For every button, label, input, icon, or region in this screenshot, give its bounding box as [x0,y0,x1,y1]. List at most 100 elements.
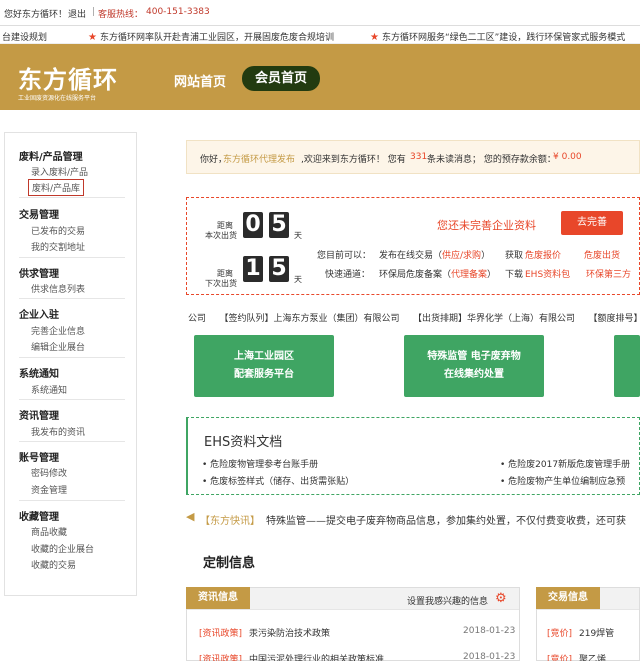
trade-card-header: 交易信息 [536,587,639,610]
logout-link[interactable]: 退出 [68,7,86,20]
notice-welcome: ,欢迎来到东方循环！ 您有 [301,155,406,165]
green-button-partial[interactable] [614,335,640,397]
notice-company-link[interactable]: 东方循环代理发布 [223,152,295,165]
sidebar-section-title: 供求管理 [19,269,59,280]
greeting-text: 您好东方循环！ [4,10,68,20]
ehs-doc-link[interactable]: • 危险废2017新版危废管理手册 [500,457,630,470]
nav-home-link[interactable]: 网站首页 [174,71,226,90]
news-card: 资讯信息 设置我感兴趣的信息 ⚙ [资讯政策] 汞污染防治技术政策 2018-0… [186,587,520,661]
sidebar-section-title: 交易管理 [19,210,59,221]
ehs-doc-link[interactable]: • 危废标签样式（储存、出货需张贴） [202,474,354,487]
trade-category[interactable]: [竞价] [547,652,572,661]
countdown-digit: 1 [243,256,263,282]
sidebar-section-title: 企业入驻 [19,310,59,321]
ticker-item[interactable]: ★ 东方循环网率队开赴青浦工业园区，开展固废危废合规培训 [88,30,334,43]
trade-title[interactable]: 聚乙烯 [579,652,606,661]
trade-title[interactable]: 219焊管 [579,626,614,639]
action-text: 下载 [505,270,524,280]
trade-card: 交易信息 [竞价] 219焊管 [竞价] 聚乙烯 [536,587,640,661]
divider: | [92,7,96,17]
third-party-link[interactable]: 环保第三方 [586,267,631,280]
action-panel: 距离 本次出货 0 5 天 距离 下次出货 1 5 天 您还未完善企业资料 去完… [186,197,640,295]
countdown-digit: 0 [243,212,263,238]
actions-label: 您目前可以： [317,251,372,261]
ticker-item[interactable]: 台建设规划 [2,30,47,43]
flash-news: ◀ 【东方快讯】 特殊监管——提交电子废弃物商品信息，参加集约处置，不仅付费变收… [186,509,640,525]
supply-demand-link[interactable]: 供应/求购 [442,251,481,261]
ehs-download-link[interactable]: EHS资料包 [525,267,570,280]
sidebar-section-title: 废料/产品管理 [19,152,83,163]
waste-quote-link[interactable]: 危废报价 [525,248,561,261]
trade-card-tag: 交易信息 [536,587,600,609]
top-bar: 您好东方循环！ 退出 | 客服热线： 400-151-3383 [0,0,640,26]
countdown-label: 下次出货 [205,279,237,288]
welcome-notice: 你好， 东方循环代理发布 ,欢迎来到东方循环！ 您有 331 条未读消息； 您的… [186,140,640,174]
incomplete-profile-text: 您还未完善企业资料 [437,219,536,232]
ehs-documents: EHS资料文档 • 危险废物管理参考台账手册 • 危废标签样式（储存、出货需张贴… [186,417,640,495]
sidebar-item-trade-favorites[interactable]: 收藏的交易 [31,558,76,571]
divider [19,357,125,358]
ehs-title: EHS资料文档 [204,435,283,450]
complete-profile-button[interactable]: 去完善 [561,211,623,235]
news-card-header: 资讯信息 设置我感兴趣的信息 ⚙ [186,587,519,610]
sidebar-section-title: 收藏管理 [19,512,59,523]
sidebar-item-my-news[interactable]: 我发布的资讯 [31,425,85,438]
custom-info-title: 定制信息 [203,556,256,571]
waste-shipping-link[interactable]: 危废出货 [584,248,620,261]
sidebar-item-password[interactable]: 密码修改 [31,466,67,479]
records-text: 公司 【签约队列】上海东方泵业（集团）有限公司 【出货排期】华界化学（上海）有限… [188,314,640,324]
news-date: 2018-01-23 [463,652,516,661]
star-icon: ★ [370,32,379,43]
sidebar-item-funds[interactable]: 资金管理 [31,483,67,496]
site-logo[interactable]: 东方循环 [18,60,118,95]
sidebar-section-title: 系统通知 [19,369,59,380]
fast-channel-label: 快速通道： [325,270,371,280]
sidebar-item-published-trades[interactable]: 已发布的交易 [31,224,85,237]
news-title[interactable]: 中国污泥处理行业的相关政策标准 [249,652,384,661]
sidebar-item-product-favorites[interactable]: 商品收藏 [31,525,67,538]
interest-settings-link[interactable]: 设置我感兴趣的信息 [407,594,488,607]
notice-unread-suffix: 条未读消息； 您的预存款余额： [427,155,556,165]
news-title[interactable]: 汞污染防治技术政策 [249,626,330,639]
sidebar-item-product-library[interactable]: 废料/产品库 [28,179,85,196]
sidebar-item-supply-list[interactable]: 供求信息列表 [31,282,85,295]
divider [19,399,125,400]
ehs-doc-link[interactable]: • 危险废物管理参考台账手册 [202,457,318,470]
agent-filing-link[interactable]: 代理备案 [451,270,487,280]
flash-tag: 【东方快讯】 [200,516,260,525]
sidebar-item-company-info[interactable]: 完善企业信息 [31,324,85,337]
unread-count[interactable]: 331 [410,152,427,162]
sidebar-item-booth-favorites[interactable]: 收藏的企业展台 [31,542,94,555]
sidebar-item-notifications[interactable]: 系统通知 [31,383,67,396]
countdown-unit: 天 [294,275,302,284]
divider [19,441,125,442]
flash-text[interactable]: 特殊监管——提交电子废弃物商品信息，参加集约处置，不仅付费变收费，还可获 [266,512,626,525]
ticker-item[interactable]: ★ 东方循环网服务“绿色二工区”建设，践行环保管家式服务模式 [370,30,625,43]
sidebar-item-edit-booth[interactable]: 编辑企业展台 [31,340,85,353]
divider [19,257,125,258]
divider [19,197,125,198]
sidebar-item-add-product[interactable]: 录入废料/产品 [31,165,88,178]
nav-member-link[interactable]: 会员首页 [242,66,320,91]
balance-value: ¥ 0.00 [553,152,582,162]
trade-category[interactable]: [竞价] [547,626,572,639]
logo-subtitle: 工业固废资源化在线服务平台 [18,95,97,102]
sidebar-section-title: 账号管理 [19,453,59,464]
countdown-label: 本次出货 [205,231,237,240]
news-card-tag: 资讯信息 [186,587,250,609]
megaphone-icon: ◀ [186,510,195,523]
industrial-park-button[interactable]: 上海工业园区 配套服务平台 [194,335,334,397]
countdown-digit: 5 [269,256,289,282]
news-category[interactable]: [资讯政策] [199,652,242,661]
ehs-doc-link[interactable]: • 危险废物产生单位编制应急预 [500,474,625,487]
countdown-unit: 天 [294,231,302,240]
news-date: 2018-01-23 [463,626,516,636]
records-scroller: 公司 【签约队列】上海东方泵业（集团）有限公司 【出货排期】华界化学（上海）有限… [186,307,640,325]
action-text: 发布在线交易（供应/求购） [379,251,491,261]
sidebar-item-delivery-address[interactable]: 我的交割地址 [31,240,85,253]
ewaste-disposal-button[interactable]: 特殊监管 电子废弃物 在线集约处置 [404,335,544,397]
hotline-number: 400-151-3383 [146,7,210,17]
news-category[interactable]: [资讯政策] [199,626,242,639]
news-ticker: 台建设规划 ★ 东方循环网率队开赴青浦工业园区，开展固废危废合规培训 ★ 东方循环网… [0,26,640,44]
gear-icon[interactable]: ⚙ [495,591,507,606]
